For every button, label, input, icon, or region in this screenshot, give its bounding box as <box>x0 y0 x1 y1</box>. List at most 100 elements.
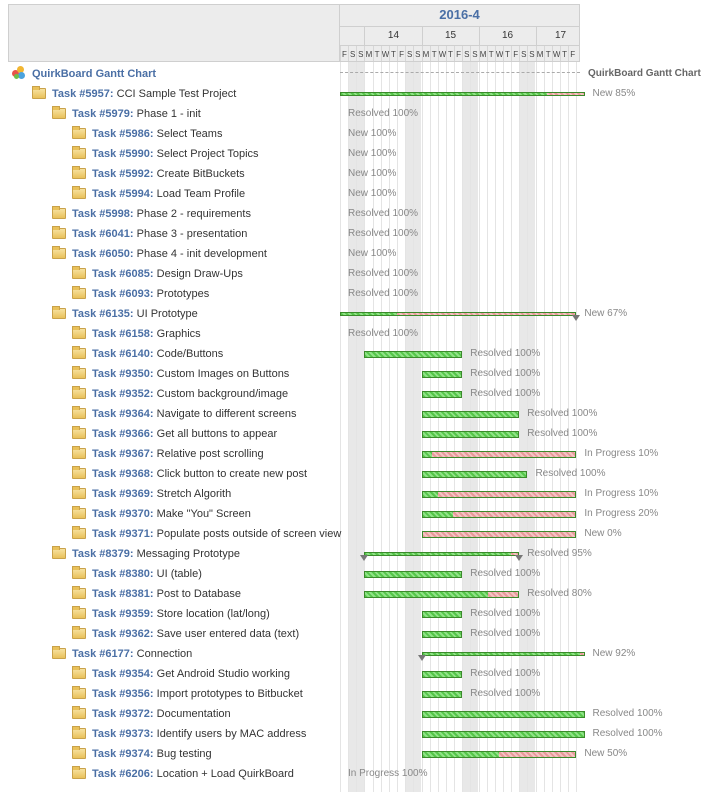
task-label[interactable]: Task #5986: Select Teams <box>72 124 222 144</box>
task-id-link[interactable]: Task #6140: <box>92 348 154 360</box>
task-label[interactable]: Task #6177: Connection <box>52 644 192 664</box>
task-bar[interactable] <box>421 511 577 518</box>
task-label[interactable]: Task #9366: Get all buttons to appear <box>72 424 277 444</box>
task-label[interactable]: Task #6050: Phase 4 - init development <box>52 244 267 264</box>
task-row[interactable]: Task #9350: Custom Images on Buttons Reso… <box>0 364 722 384</box>
task-id-link[interactable]: Task #9367: <box>92 448 154 460</box>
task-row[interactable]: Task #5957: CCI Sample Test Project New 8… <box>0 84 722 104</box>
summary-bar[interactable] <box>340 312 577 316</box>
task-row[interactable]: Task #9374: Bug testing New 50% <box>0 744 722 764</box>
task-bar[interactable] <box>421 431 520 438</box>
task-id-link[interactable]: Task #9370: <box>92 508 154 520</box>
task-id-link[interactable]: Task #5994: <box>92 188 154 200</box>
task-id-link[interactable]: Task #9350: <box>92 368 154 380</box>
task-row[interactable]: Task #9369: Stretch Algorith In Progress … <box>0 484 722 504</box>
task-row[interactable]: Task #6206: Location + Load QuirkBoard In… <box>0 764 722 784</box>
task-row[interactable]: Task #9364: Navigate to different screen… <box>0 404 722 424</box>
task-label[interactable]: Task #8380: UI (table) <box>72 564 202 584</box>
task-id-link[interactable]: Task #5990: <box>92 148 154 160</box>
task-id-link[interactable]: Task #6177: <box>72 648 134 660</box>
task-id-link[interactable]: Task #9371: <box>92 528 154 540</box>
task-label[interactable]: Task #9370: Make "You" Screen <box>72 504 251 524</box>
task-label[interactable]: Task #9368: Click button to create new p… <box>72 464 307 484</box>
task-row[interactable]: Task #9367: Relative post scrolling In Pr… <box>0 444 722 464</box>
task-id-link[interactable]: Task #9362: <box>92 628 154 640</box>
task-row[interactable]: Task #5998: Phase 2 - requirements Resolv… <box>0 204 722 224</box>
task-id-link[interactable]: Task #5979: <box>72 108 134 120</box>
task-row[interactable]: Task #9373: Identify users by MAC addres… <box>0 724 722 744</box>
task-row[interactable]: Task #9370: Make "You" Screen In Progress… <box>0 504 722 524</box>
task-id-link[interactable]: Task #8380: <box>92 568 154 580</box>
task-label[interactable]: Task #6135: UI Prototype <box>52 304 198 324</box>
task-id-link[interactable]: Task #9369: <box>92 488 154 500</box>
task-label[interactable]: Task #9373: Identify users by MAC addres… <box>72 724 306 744</box>
task-label[interactable]: Task #8379: Messaging Prototype <box>52 544 240 564</box>
task-label[interactable]: Task #6085: Design Draw-Ups <box>72 264 243 284</box>
task-label[interactable]: Task #5994: Load Team Profile <box>72 184 245 204</box>
task-row[interactable]: Task #6135: UI Prototype New 67% <box>0 304 722 324</box>
task-id-link[interactable]: Task #6158: <box>92 328 154 340</box>
task-label[interactable]: Task #5998: Phase 2 - requirements <box>52 204 251 224</box>
task-row[interactable]: Task #8380: UI (table) Resolved 100% <box>0 564 722 584</box>
summary-bar[interactable] <box>421 652 585 656</box>
task-bar[interactable] <box>421 631 463 638</box>
task-id-link[interactable]: Task #9356: <box>92 688 154 700</box>
task-label[interactable]: Task #8381: Post to Database <box>72 584 241 604</box>
task-id-link[interactable]: Task #8379: <box>72 548 134 560</box>
task-row[interactable]: Task #9366: Get all buttons to appear Res… <box>0 424 722 444</box>
task-row[interactable]: Task #9356: Import prototypes to Bitbuck… <box>0 684 722 704</box>
task-bar[interactable] <box>421 471 528 478</box>
task-id-link[interactable]: Task #5986: <box>92 128 154 140</box>
task-row[interactable]: Task #8379: Messaging Prototype Resolved … <box>0 544 722 564</box>
task-label[interactable]: Task #9369: Stretch Algorith <box>72 484 231 504</box>
task-label[interactable]: Task #9374: Bug testing <box>72 744 212 764</box>
task-label[interactable]: Task #9371: Populate posts outside of sc… <box>72 524 341 544</box>
task-id-link[interactable]: Task #9352: <box>92 388 154 400</box>
task-id-link[interactable]: Task #6093: <box>92 288 154 300</box>
summary-bar[interactable] <box>340 92 585 96</box>
root-label[interactable]: QuirkBoard Gantt Chart <box>12 64 156 84</box>
task-label[interactable]: Task #6158: Graphics <box>72 324 201 344</box>
task-row[interactable]: Task #6158: Graphics Resolved 100% <box>0 324 722 344</box>
task-row[interactable]: Task #9371: Populate posts outside of sc… <box>0 524 722 544</box>
task-row[interactable]: Task #6050: Phase 4 - init development Ne… <box>0 244 722 264</box>
task-id-link[interactable]: Task #6050: <box>72 248 134 260</box>
task-id-link[interactable]: Task #6085: <box>92 268 154 280</box>
task-id-link[interactable]: Task #9366: <box>92 428 154 440</box>
task-label[interactable]: Task #9359: Store location (lat/long) <box>72 604 270 624</box>
task-bar[interactable] <box>421 411 520 418</box>
task-bar[interactable] <box>364 351 463 358</box>
task-bar[interactable] <box>364 571 463 578</box>
task-row[interactable]: Task #9359: Store location (lat/long) Res… <box>0 604 722 624</box>
task-label[interactable]: Task #9356: Import prototypes to Bitbuck… <box>72 684 303 704</box>
task-id-link[interactable]: Task #9364: <box>92 408 154 420</box>
root-row[interactable]: QuirkBoard Gantt Chart QuirkBoard Gantt … <box>0 64 722 84</box>
task-bar[interactable] <box>421 451 577 458</box>
task-label[interactable]: Task #9352: Custom background/image <box>72 384 288 404</box>
task-id-link[interactable]: Task #5998: <box>72 208 134 220</box>
task-row[interactable]: Task #9352: Custom background/image Resol… <box>0 384 722 404</box>
task-id-link[interactable]: Task #9373: <box>92 728 154 740</box>
task-label[interactable]: Task #9367: Relative post scrolling <box>72 444 264 464</box>
task-bar[interactable] <box>421 671 463 678</box>
task-bar[interactable] <box>421 531 577 538</box>
task-id-link[interactable]: Task #6206: <box>92 768 154 780</box>
task-row[interactable]: Task #6093: Prototypes Resolved 100% <box>0 284 722 304</box>
task-id-link[interactable]: Task #5957: <box>52 88 114 100</box>
task-label[interactable]: Task #5992: Create BitBuckets <box>72 164 245 184</box>
summary-bar[interactable] <box>364 552 520 556</box>
task-id-link[interactable]: Task #8381: <box>92 588 154 600</box>
task-label[interactable]: Task #9354: Get Android Studio working <box>72 664 290 684</box>
task-bar[interactable] <box>421 611 463 618</box>
task-bar[interactable] <box>421 391 463 398</box>
task-row[interactable]: Task #6177: Connection New 92% <box>0 644 722 664</box>
task-row[interactable]: Task #5979: Phase 1 - init Resolved 100% <box>0 104 722 124</box>
task-row[interactable]: Task #5990: Select Project Topics New 100… <box>0 144 722 164</box>
task-id-link[interactable]: Task #9374: <box>92 748 154 760</box>
task-id-link[interactable]: Task #9359: <box>92 608 154 620</box>
task-id-link[interactable]: Task #9372: <box>92 708 154 720</box>
task-label[interactable]: Task #9362: Save user entered data (text… <box>72 624 299 644</box>
task-row[interactable]: Task #9372: Documentation Resolved 100% <box>0 704 722 724</box>
task-bar[interactable] <box>421 371 463 378</box>
task-id-link[interactable]: Task #6041: <box>72 228 134 240</box>
